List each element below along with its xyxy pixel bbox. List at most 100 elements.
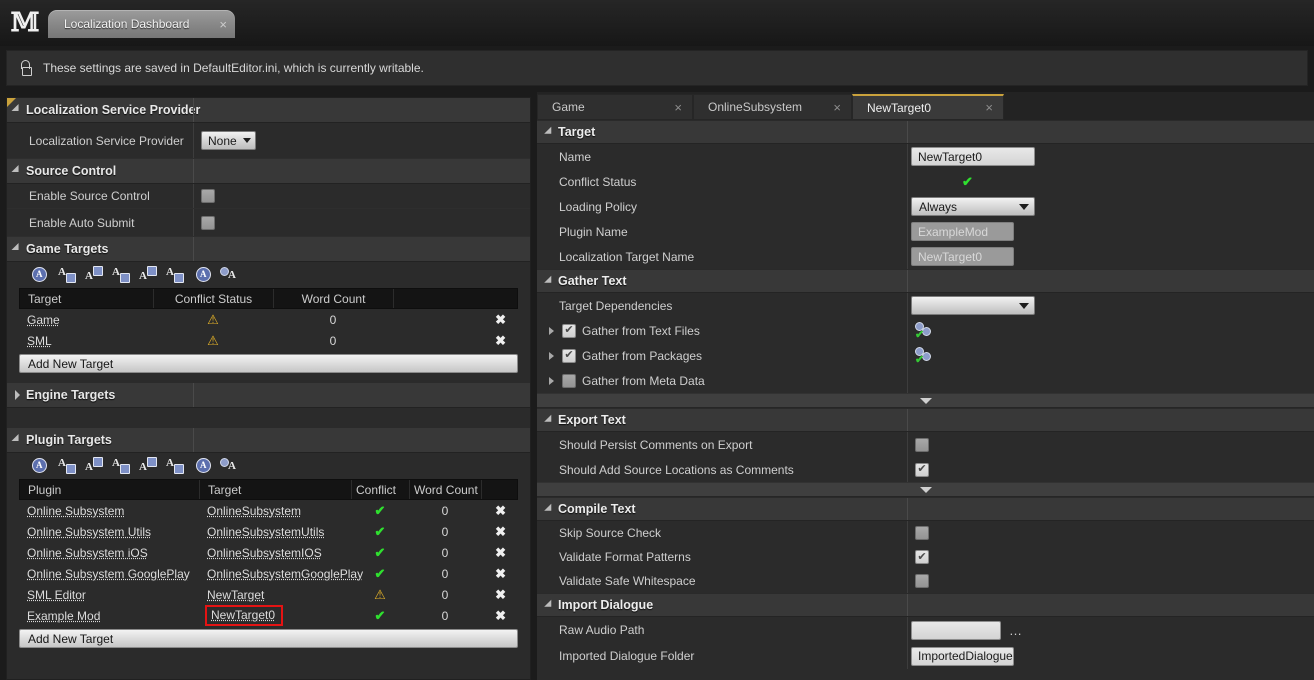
- target-link[interactable]: OnlineSubsystemIOS: [207, 546, 322, 560]
- skip-source-check-checkbox[interactable]: [915, 526, 929, 540]
- column-header-conflict-status[interactable]: Conflict Status: [154, 289, 274, 308]
- section-target[interactable]: Target: [537, 120, 1314, 144]
- delete-target-button[interactable]: ✖: [495, 503, 506, 519]
- delete-target-button[interactable]: ✖: [495, 333, 506, 349]
- delete-target-button[interactable]: ✖: [495, 312, 506, 328]
- browse-folder-button[interactable]: …: [1009, 624, 1023, 637]
- table-row[interactable]: SML ⚠ 0 ✖: [19, 330, 518, 351]
- section-engine-targets[interactable]: Engine Targets: [7, 383, 530, 408]
- localization-service-provider-dropdown[interactable]: None: [201, 131, 256, 150]
- import-dialogue-script-icon[interactable]: A: [139, 266, 157, 284]
- table-row[interactable]: Game ⚠ 0 ✖: [19, 309, 518, 330]
- table-row[interactable]: Online Subsystem GooglePlay OnlineSubsys…: [19, 563, 518, 584]
- target-link[interactable]: OnlineSubsystemGooglePlay: [207, 567, 363, 581]
- compile-all-targets-icon[interactable]: A: [31, 266, 49, 284]
- table-row[interactable]: SML Editor NewTarget ⚠ 0 ✖: [19, 584, 518, 605]
- add-new-game-target-button[interactable]: Add New Target: [19, 354, 518, 373]
- imported-dialogue-folder-input[interactable]: ImportedDialogue: [911, 646, 1014, 666]
- export-text-icon[interactable]: A: [112, 457, 130, 475]
- window-tab-localization-dashboard[interactable]: Localization Dashboard ×: [48, 10, 236, 38]
- target-name-input[interactable]: NewTarget0: [911, 147, 1035, 166]
- delete-target-button[interactable]: ✖: [495, 524, 506, 540]
- gather-from-packages-checkbox[interactable]: ✔: [562, 348, 576, 363]
- chevron-right-icon[interactable]: [549, 326, 554, 335]
- column-header-plugin[interactable]: Plugin: [20, 480, 200, 499]
- count-words-icon[interactable]: A: [193, 266, 211, 284]
- target-dependencies-dropdown[interactable]: [911, 296, 1035, 315]
- plugin-link[interactable]: Example Mod: [27, 609, 100, 623]
- delete-target-button[interactable]: ✖: [495, 608, 506, 624]
- plugin-targets-table: Plugin Target Conflict Word Count Online…: [19, 479, 518, 626]
- gather-settings-gear-icon[interactable]: ✔: [915, 321, 935, 340]
- section-gather-text[interactable]: Gather Text: [537, 269, 1314, 293]
- gather-from-text-files-checkbox[interactable]: ✔: [562, 323, 576, 338]
- column-header-word-count[interactable]: Word Count: [274, 289, 394, 308]
- close-icon[interactable]: ×: [985, 100, 993, 115]
- compile-text-icon[interactable]: A: [220, 266, 238, 284]
- section-export-text[interactable]: Export Text: [537, 408, 1314, 432]
- delete-target-button[interactable]: ✖: [495, 566, 506, 582]
- gather-text-expand-bar[interactable]: [537, 393, 1314, 408]
- compile-text-icon[interactable]: A: [220, 457, 238, 475]
- target-link[interactable]: NewTarget: [207, 588, 264, 602]
- export-text-icon[interactable]: A: [112, 266, 130, 284]
- column-header-conflict[interactable]: Conflict: [352, 480, 410, 499]
- enable-auto-submit-checkbox[interactable]: [201, 215, 215, 230]
- plugin-link[interactable]: Online Subsystem Utils: [27, 525, 151, 539]
- compile-all-targets-icon[interactable]: A: [31, 457, 49, 475]
- export-dialogue-script-icon[interactable]: A: [166, 266, 184, 284]
- raw-audio-path-input[interactable]: [911, 620, 1001, 640]
- section-compile-text[interactable]: Compile Text: [537, 497, 1314, 521]
- row-name: Name NewTarget0: [537, 144, 1314, 169]
- chevron-right-icon[interactable]: [549, 351, 554, 360]
- target-link[interactable]: OnlineSubsystem: [207, 504, 301, 518]
- window-tab-label: Localization Dashboard: [64, 17, 190, 31]
- plugin-link[interactable]: Online Subsystem: [27, 504, 124, 518]
- target-link[interactable]: SML: [27, 334, 52, 348]
- export-text-expand-bar[interactable]: [537, 482, 1314, 497]
- table-row[interactable]: Example Mod NewTarget0 ✔ 0 ✖: [19, 605, 518, 626]
- plugin-link[interactable]: SML Editor: [27, 588, 86, 602]
- close-icon[interactable]: ×: [833, 100, 841, 115]
- gather-from-meta-data-checkbox[interactable]: [562, 373, 576, 388]
- add-new-plugin-target-button[interactable]: Add New Target: [19, 629, 518, 648]
- target-link[interactable]: OnlineSubsystemUtils: [207, 525, 324, 539]
- validate-format-patterns-checkbox[interactable]: ✔: [915, 550, 929, 564]
- section-source-control[interactable]: Source Control: [7, 159, 530, 184]
- gather-settings-gear-icon[interactable]: ✔: [915, 346, 935, 365]
- chevron-right-icon[interactable]: [549, 376, 554, 385]
- gather-text-icon[interactable]: A: [58, 457, 76, 475]
- section-import-dialogue[interactable]: Import Dialogue: [537, 593, 1314, 617]
- section-game-targets[interactable]: Game Targets: [7, 237, 530, 262]
- tab-newtarget0[interactable]: NewTarget0 ×: [852, 94, 1004, 120]
- column-header-target[interactable]: Target: [200, 480, 352, 499]
- table-row[interactable]: Online Subsystem iOS OnlineSubsystemIOS …: [19, 542, 518, 563]
- import-text-icon[interactable]: A: [85, 457, 103, 475]
- target-link-highlighted[interactable]: NewTarget0: [204, 605, 284, 626]
- column-header-target[interactable]: Target: [20, 289, 154, 308]
- enable-source-control-checkbox[interactable]: [201, 189, 215, 203]
- table-row[interactable]: Online Subsystem OnlineSubsystem ✔ 0 ✖: [19, 500, 518, 521]
- should-add-source-locations-checkbox[interactable]: ✔: [915, 462, 929, 477]
- import-text-icon[interactable]: A: [85, 266, 103, 284]
- close-icon[interactable]: ×: [674, 100, 682, 115]
- gather-text-icon[interactable]: A: [58, 266, 76, 284]
- tab-onlinesubsystem[interactable]: OnlineSubsystem ×: [693, 94, 852, 120]
- tab-game[interactable]: Game ×: [537, 94, 693, 120]
- section-localization-service-provider[interactable]: Localization Service Provider: [7, 98, 530, 123]
- validate-safe-whitespace-checkbox[interactable]: [915, 574, 929, 588]
- count-words-icon[interactable]: A: [193, 457, 211, 475]
- delete-target-button[interactable]: ✖: [495, 545, 506, 561]
- export-dialogue-script-icon[interactable]: A: [166, 457, 184, 475]
- delete-target-button[interactable]: ✖: [495, 587, 506, 603]
- plugin-link[interactable]: Online Subsystem GooglePlay: [27, 567, 190, 581]
- close-icon[interactable]: ×: [219, 18, 227, 31]
- column-header-word-count[interactable]: Word Count: [410, 480, 482, 499]
- loading-policy-dropdown[interactable]: Always: [911, 197, 1035, 216]
- table-row[interactable]: Online Subsystem Utils OnlineSubsystemUt…: [19, 521, 518, 542]
- import-dialogue-script-icon[interactable]: A: [139, 457, 157, 475]
- should-persist-comments-checkbox[interactable]: [915, 437, 929, 452]
- section-plugin-targets[interactable]: Plugin Targets: [7, 428, 530, 453]
- target-link[interactable]: Game: [27, 313, 60, 327]
- plugin-link[interactable]: Online Subsystem iOS: [27, 546, 148, 560]
